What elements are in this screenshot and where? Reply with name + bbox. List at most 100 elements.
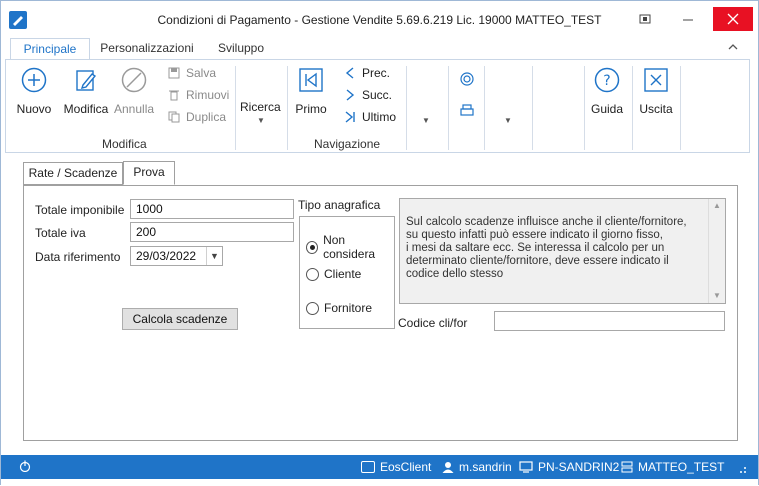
annulla-button[interactable]: Annulla — [114, 66, 154, 116]
salva-button[interactable]: Salva — [168, 66, 216, 80]
power-icon[interactable] — [19, 460, 31, 472]
nuovo-button[interactable]: Nuovo — [14, 66, 54, 116]
prec-label: Prec. — [362, 66, 391, 80]
prova-panel: Totale imponibile 1000 Totale iva 200 Da… — [23, 185, 738, 441]
status-machine: PN-SANDRIN2 — [519, 460, 619, 474]
uscita-label: Uscita — [639, 102, 673, 116]
totale-imponibile-label: Totale imponibile — [35, 203, 125, 217]
user-icon — [442, 462, 454, 473]
collapse-ribbon-icon[interactable] — [728, 40, 738, 54]
tab-personalizzazioni[interactable]: Personalizzazioni — [97, 38, 197, 60]
tab-rate-scadenze[interactable]: Rate / Scadenze — [23, 162, 123, 185]
monitor-icon — [519, 461, 533, 473]
radio-label: Cliente — [324, 267, 362, 281]
totale-iva-input[interactable]: 200 — [130, 222, 294, 242]
scroll-down-icon[interactable]: ▼ — [709, 289, 725, 303]
ribbon-separator — [484, 66, 485, 150]
next-icon — [344, 89, 356, 101]
group-label-modifica: Modifica — [102, 137, 147, 151]
radio-unchecked-icon — [306, 267, 319, 281]
tab-sviluppo[interactable]: Sviluppo — [206, 38, 276, 60]
ribbon-separator — [287, 66, 288, 150]
svg-text:?: ? — [603, 73, 610, 89]
print-icon[interactable] — [460, 104, 474, 121]
server-icon — [621, 461, 633, 473]
primo-button[interactable]: Primo — [294, 66, 328, 116]
scroll-up-icon[interactable]: ▲ — [709, 199, 725, 213]
status-bar: EosClient m.sandrin PN-SANDRIN2 MATTEO_T… — [1, 455, 758, 479]
tab-principale[interactable]: Principale — [10, 38, 90, 60]
status-client: EosClient — [361, 460, 431, 474]
print-dropdown-icon[interactable]: ▼ — [504, 116, 512, 125]
info-textbox[interactable]: Sul calcolo scadenze influisce anche il … — [399, 198, 726, 304]
modifica-label: Modifica — [63, 102, 109, 116]
radio-fornitore[interactable]: Fornitore — [306, 301, 372, 315]
succ-label: Succ. — [362, 88, 393, 102]
radio-cliente[interactable]: Cliente — [306, 267, 361, 281]
info-scrollbar[interactable]: ▲ ▼ — [708, 199, 725, 303]
tipo-anagrafica-label: Tipo anagrafica — [298, 198, 381, 212]
ricerca-dropdown-icon[interactable]: ▼ — [257, 116, 265, 125]
radio-label: Fornitore — [324, 301, 373, 315]
ricerca-label: Ricerca — [240, 100, 281, 114]
trash-icon — [168, 89, 180, 101]
ultimo-button[interactable]: Ultimo — [344, 110, 396, 124]
restore-button[interactable] — [631, 7, 659, 31]
annulla-label: Annulla — [114, 102, 155, 116]
totale-iva-label: Totale iva — [35, 226, 86, 240]
succ-button[interactable]: Succ. — [344, 88, 392, 102]
ribbon-separator — [532, 66, 533, 150]
content-area: Rate / Scadenze Prova Totale imponibile … — [5, 153, 750, 453]
client-icon — [361, 461, 375, 473]
calcola-scadenze-button[interactable]: Calcola scadenze — [122, 308, 238, 330]
duplica-button[interactable]: Duplica — [168, 110, 226, 124]
plus-circle-icon — [20, 66, 48, 94]
date-dropdown-icon[interactable]: ▼ — [206, 247, 222, 265]
primo-label: Primo — [295, 102, 327, 116]
guida-label: Guida — [590, 102, 624, 116]
ultimo-label: Ultimo — [362, 110, 397, 124]
ribbon-separator — [680, 66, 681, 150]
cancel-circle-icon — [120, 66, 148, 94]
radio-unchecked-icon — [306, 301, 319, 315]
modifica-button[interactable]: Modifica — [62, 66, 110, 116]
rimuovi-button[interactable]: Rimuovi — [168, 88, 229, 102]
save-icon — [168, 67, 180, 79]
close-button[interactable] — [713, 7, 753, 31]
last-record-icon — [344, 111, 356, 123]
help-icon: ? — [593, 66, 621, 94]
ribbon: Nuovo Modifica Annulla Salva Rimuovi Dup… — [5, 59, 750, 153]
previous-icon — [344, 67, 356, 79]
uscita-button[interactable]: Uscita — [636, 66, 676, 116]
radio-label: Non considera — [323, 233, 376, 261]
navigation-dropdown-icon[interactable]: ▼ — [422, 116, 430, 125]
status-user: m.sandrin — [442, 460, 512, 474]
resize-grip-icon[interactable] — [739, 464, 749, 474]
status-license: MATTEO_TEST — [621, 460, 724, 474]
status-license-label: MATTEO_TEST — [638, 460, 725, 474]
group-label-navigazione: Navigazione — [314, 137, 381, 151]
ricerca-button[interactable]: Ricerca — [240, 100, 281, 114]
ribbon-separator — [632, 66, 633, 150]
totale-imponibile-input[interactable]: 1000 — [130, 199, 294, 219]
salva-label: Salva — [186, 66, 217, 80]
status-machine-label: PN-SANDRIN2 — [538, 460, 620, 474]
info-text: Sul calcolo scadenze influisce anche il … — [406, 216, 687, 280]
preview-icon[interactable] — [460, 72, 474, 89]
ribbon-separator — [406, 66, 407, 150]
edit-icon — [72, 66, 100, 94]
ribbon-separator — [235, 66, 236, 150]
guida-button[interactable]: ? Guida — [586, 66, 628, 116]
tab-prova[interactable]: Prova — [123, 161, 175, 185]
duplica-label: Duplica — [186, 110, 227, 124]
title-bar: Condizioni di Pagamento - Gestione Vendi… — [1, 1, 758, 37]
radio-non-considera[interactable]: Non considera — [306, 233, 394, 261]
codice-clifor-input[interactable] — [494, 311, 725, 331]
data-riferimento-picker[interactable]: 29/03/2022 ▼ — [130, 246, 223, 266]
minimize-button[interactable] — [674, 7, 702, 31]
ribbon-separator — [584, 66, 585, 150]
ribbon-separator — [448, 66, 449, 150]
exit-icon — [642, 66, 670, 94]
prec-button[interactable]: Prec. — [344, 66, 390, 80]
duplicate-icon — [168, 111, 180, 123]
